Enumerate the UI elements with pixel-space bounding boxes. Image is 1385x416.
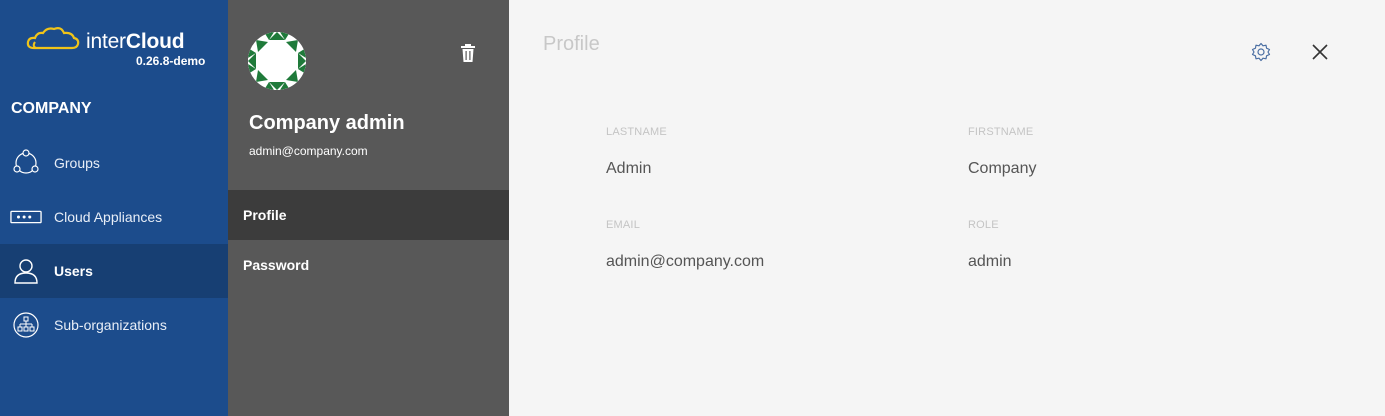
sidebar: interCloud 0.26.8-demo COMPANY Groups Cl… — [0, 0, 228, 416]
brand-version: 0.26.8-demo — [136, 54, 206, 68]
cloud-logo-icon — [26, 27, 80, 50]
field-email: EMAIL admin@company.com — [606, 219, 764, 271]
field-value: Admin — [606, 160, 652, 177]
field-label: EMAIL — [606, 219, 641, 231]
subnav-item-password[interactable]: Password — [228, 240, 509, 290]
field-firstname: FIRSTNAME Company — [968, 126, 1036, 178]
gear-icon[interactable] — [1251, 42, 1271, 67]
avatar — [248, 32, 306, 90]
sidebar-item-sub-organizations[interactable]: Sub-organizations — [0, 298, 228, 352]
profile-content: Profile LASTNAME Admin FIRSTNAME Company… — [509, 0, 1385, 416]
trash-icon[interactable] — [460, 44, 476, 67]
field-label: FIRSTNAME — [968, 126, 1034, 138]
brand-name: interCloud — [86, 30, 185, 53]
profile-subnav: Profile Password — [228, 190, 509, 290]
subnav-item-profile[interactable]: Profile — [228, 190, 509, 240]
sidebar-item-users[interactable]: Users — [0, 244, 228, 298]
user-email: admin@company.com — [249, 144, 368, 158]
page-title: Profile — [543, 33, 600, 55]
user-panel: Company admin admin@company.com Profile … — [228, 0, 509, 416]
field-value: admin@company.com — [606, 253, 765, 270]
close-icon[interactable] — [1310, 42, 1330, 67]
field-value: Company — [968, 160, 1037, 177]
user-name: Company admin — [249, 112, 405, 134]
field-label: ROLE — [968, 219, 999, 231]
sidebar-item-label: Sub-organizations — [54, 317, 167, 333]
field-role: ROLE admin — [968, 219, 1012, 271]
field-label: LASTNAME — [606, 126, 667, 138]
org-tree-icon — [10, 310, 42, 340]
field-lastname: LASTNAME Admin — [606, 126, 667, 178]
user-icon — [10, 256, 42, 286]
sidebar-item-groups[interactable]: Groups — [0, 136, 228, 190]
sidebar-item-cloud-appliances[interactable]: Cloud Appliances — [0, 190, 228, 244]
sidebar-item-label: Cloud Appliances — [54, 209, 163, 225]
sidebar-nav: Groups Cloud Appliances Users Sub-organi… — [0, 136, 228, 352]
section-title: COMPANY — [11, 100, 92, 117]
field-value: admin — [968, 253, 1012, 270]
appliance-icon — [10, 202, 42, 232]
brand-logo[interactable]: interCloud 0.26.8-demo — [26, 26, 216, 72]
sidebar-item-label: Groups — [54, 155, 100, 171]
groups-icon — [10, 148, 42, 178]
sidebar-item-label: Users — [54, 263, 93, 279]
